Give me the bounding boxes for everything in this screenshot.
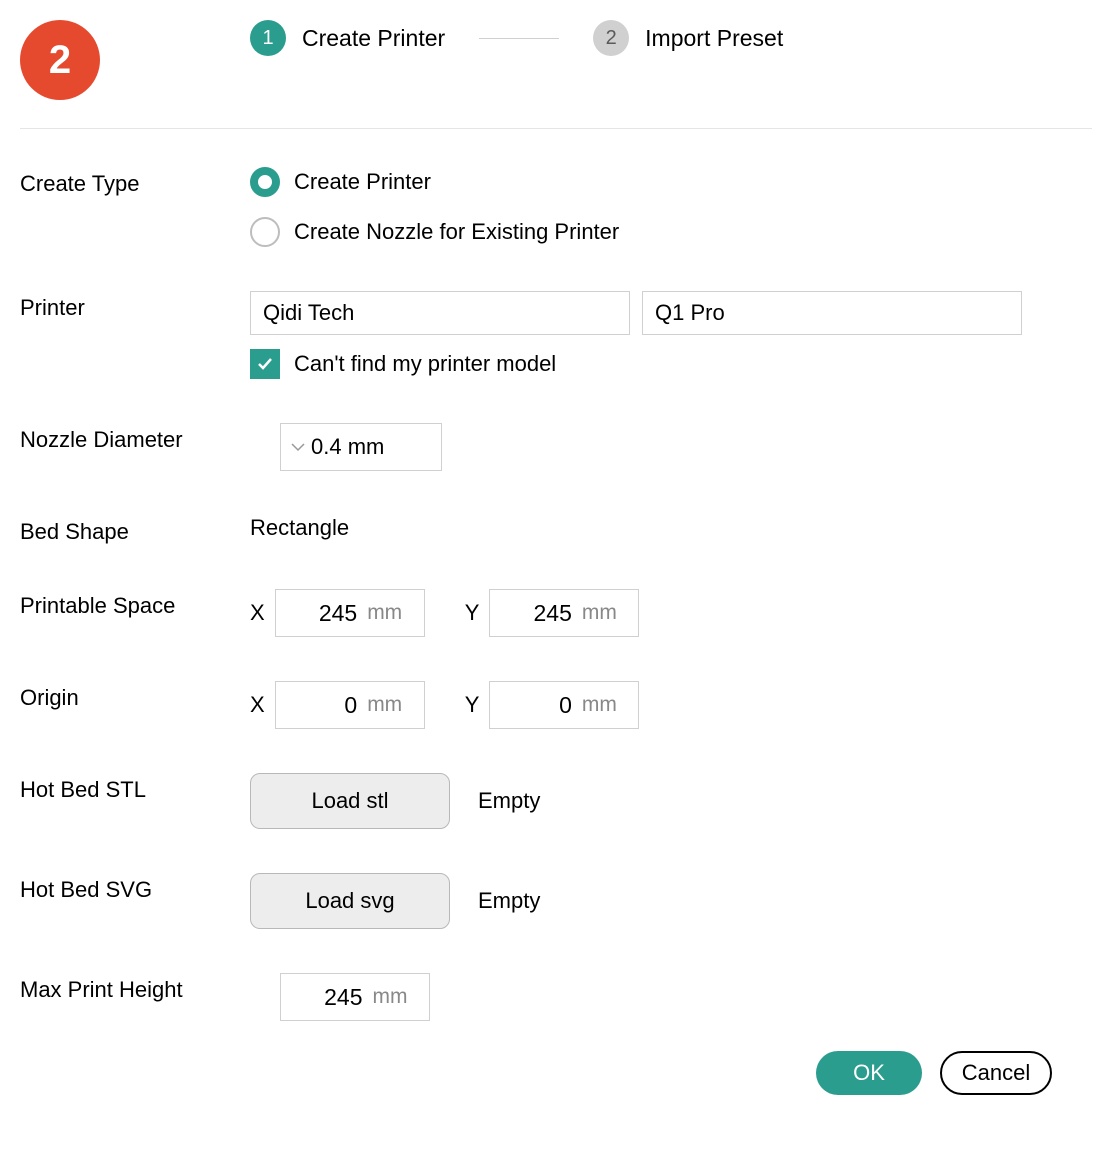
origin-x-value[interactable] [297, 692, 357, 719]
label-create-type: Create Type [20, 167, 250, 197]
max-height-value[interactable] [303, 984, 363, 1011]
origin-y-value[interactable] [512, 692, 572, 719]
wizard-steps: 1 Create Printer 2 Import Preset [250, 20, 783, 56]
radio-create-nozzle[interactable]: Create Nozzle for Existing Printer [250, 217, 1092, 247]
origin-x-input[interactable]: mm [275, 681, 425, 729]
radio-icon [250, 167, 280, 197]
step-connector [479, 38, 559, 39]
printer-brand-input[interactable] [250, 291, 630, 335]
step-2-circle[interactable]: 2 [593, 20, 629, 56]
printable-x-value[interactable] [297, 600, 357, 627]
bed-shape-value: Rectangle [250, 515, 349, 540]
label-hot-bed-svg: Hot Bed SVG [20, 873, 250, 903]
label-bed-shape: Bed Shape [20, 515, 250, 545]
printable-y-input[interactable]: mm [489, 589, 639, 637]
origin-y-label: Y [465, 692, 480, 718]
row-origin: Origin X mm Y mm [20, 681, 1092, 729]
printable-y-label: Y [465, 600, 480, 626]
checkbox-label: Can't find my printer model [294, 351, 556, 377]
row-printable-space: Printable Space X mm Y mm [20, 589, 1092, 637]
printable-x-label: X [250, 600, 265, 626]
row-hot-bed-svg: Hot Bed SVG Load svg Empty [20, 873, 1092, 929]
printer-model-input[interactable] [642, 291, 1022, 335]
row-bed-shape: Bed Shape Rectangle [20, 515, 1092, 545]
step-badge: 2 [20, 20, 100, 100]
row-create-type: Create Type Create Printer Create Nozzle… [20, 167, 1092, 247]
label-printer: Printer [20, 291, 250, 321]
checkmark-icon [250, 349, 280, 379]
printable-y-value[interactable] [512, 600, 572, 627]
unit-label: mm [367, 693, 402, 717]
radio-icon [250, 217, 280, 247]
label-printable-space: Printable Space [20, 589, 250, 619]
label-origin: Origin [20, 681, 250, 711]
label-nozzle: Nozzle Diameter [20, 423, 250, 453]
label-hot-bed-stl: Hot Bed STL [20, 773, 250, 803]
step-1-circle[interactable]: 1 [250, 20, 286, 56]
ok-button[interactable]: OK [816, 1051, 922, 1095]
nozzle-dropdown[interactable]: 0.4 mm [280, 423, 442, 471]
origin-y-input[interactable]: mm [489, 681, 639, 729]
radio-label: Create Printer [294, 169, 431, 195]
unit-label: mm [582, 693, 617, 717]
create-type-radio-group: Create Printer Create Nozzle for Existin… [250, 167, 1092, 247]
unit-label: mm [582, 601, 617, 625]
nozzle-value: 0.4 mm [311, 434, 384, 460]
step-2-label: Import Preset [645, 25, 783, 52]
header-bar: 2 1 Create Printer 2 Import Preset [20, 20, 1092, 129]
row-nozzle: Nozzle Diameter 0.4 mm [20, 423, 1092, 471]
unit-label: mm [367, 601, 402, 625]
row-printer: Printer Can't find my printer model [20, 291, 1092, 379]
row-max-height: Max Print Height mm [20, 973, 1092, 1021]
label-max-height: Max Print Height [20, 973, 250, 1003]
printable-x-input[interactable]: mm [275, 589, 425, 637]
svg-status: Empty [478, 888, 540, 914]
unit-label: mm [373, 985, 408, 1009]
load-svg-button[interactable]: Load svg [250, 873, 450, 929]
footer-buttons: OK Cancel [20, 1041, 1092, 1095]
radio-create-printer[interactable]: Create Printer [250, 167, 1092, 197]
radio-label: Create Nozzle for Existing Printer [294, 219, 619, 245]
checkbox-cant-find[interactable]: Can't find my printer model [250, 349, 1092, 379]
row-hot-bed-stl: Hot Bed STL Load stl Empty [20, 773, 1092, 829]
max-height-input[interactable]: mm [280, 973, 430, 1021]
step-1-label: Create Printer [302, 25, 445, 52]
cancel-button[interactable]: Cancel [940, 1051, 1052, 1095]
load-stl-button[interactable]: Load stl [250, 773, 450, 829]
form-area: Create Type Create Printer Create Nozzle… [20, 129, 1092, 1095]
stl-status: Empty [478, 788, 540, 814]
chevron-down-icon [291, 439, 305, 455]
origin-x-label: X [250, 692, 265, 718]
